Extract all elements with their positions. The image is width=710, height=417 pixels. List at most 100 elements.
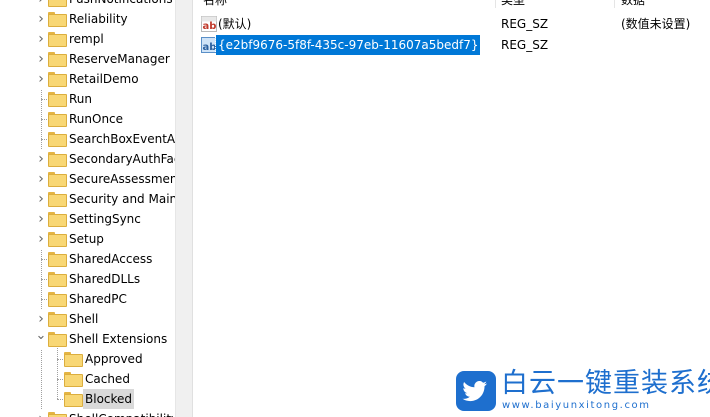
folder-icon [48, 0, 67, 7]
folder-icon [48, 332, 67, 347]
tree-item-label: Run [69, 92, 93, 106]
tree-item-label: Shell Extensions [69, 332, 168, 346]
tree-guide-line [41, 279, 47, 280]
tree-item[interactable]: › SecureAssessmen [0, 169, 175, 189]
folder-icon [48, 12, 67, 27]
tree-guide-line [41, 119, 47, 120]
tree-item-label: Approved [85, 352, 143, 366]
twitter-bird-icon [456, 371, 496, 411]
tree-item-label: Cached [85, 372, 130, 386]
folder-icon [64, 372, 83, 387]
registry-key-tree[interactable]: › PushNotifications › Reliability › rempl › Res… [0, 0, 175, 417]
column-header-data[interactable]: 数据 [621, 0, 645, 7]
tree-item[interactable]: › Security and Main [0, 189, 175, 209]
value-name[interactable]: {e2bf9676-5f8f-435c-97eb-11607a5bedf7} [214, 34, 482, 56]
tree-guide-line [41, 299, 47, 300]
value-type: REG_SZ [501, 17, 549, 31]
tree-item[interactable]: SharedPC [0, 289, 175, 309]
tree-item[interactable]: › Setup [0, 229, 175, 249]
chevron-right-icon[interactable]: › [35, 9, 47, 29]
tree-item-label: Shell [69, 312, 99, 326]
tree-item[interactable]: › ReserveManager [0, 49, 175, 69]
folder-icon [48, 312, 67, 327]
chevron-right-icon[interactable]: › [35, 29, 47, 49]
folder-icon [48, 212, 67, 227]
folder-icon [48, 192, 67, 207]
chevron-right-icon[interactable]: › [35, 209, 47, 229]
registry-value-row-selected[interactable]: ab {e2bf9676-5f8f-435c-97eb-11607a5bedf7… [196, 34, 710, 56]
tree-item[interactable]: › SettingSync [0, 209, 175, 229]
folder-icon [48, 252, 67, 267]
tree-guide-line [57, 359, 63, 360]
tree-item[interactable]: › rempl [0, 29, 175, 49]
tree-item-label: SecureAssessmen [69, 172, 175, 186]
chevron-right-icon[interactable]: › [35, 0, 47, 9]
tree-item[interactable]: Approved [0, 349, 175, 369]
tree-item-label: RunOnce [69, 112, 124, 126]
chevron-right-icon[interactable]: › [35, 69, 47, 89]
tree-item-label: SharedAccess [69, 252, 153, 266]
tree-item-label: ReserveManager [69, 52, 170, 66]
registry-value-row[interactable]: ab (默认) REG_SZ (数值未设置) [196, 14, 710, 34]
folder-icon [48, 32, 67, 47]
tree-item-label: SharedPC [69, 292, 127, 306]
chevron-right-icon[interactable]: › [35, 409, 47, 417]
registry-values-list[interactable]: 名称 类型 数据 ab (默认) REG_SZ (数值未设置) ab {e2bf… [196, 0, 710, 417]
tree-guide-line [57, 379, 63, 380]
tree-item-label: SharedDLLs [69, 272, 141, 286]
tree-item[interactable]: Run [0, 89, 175, 109]
folder-icon [48, 112, 67, 127]
tree-guide-line [57, 399, 63, 400]
tree-item[interactable]: › PushNotifications [0, 0, 175, 9]
tree-item[interactable]: › ShellCompatibility [0, 409, 175, 417]
folder-icon [48, 232, 67, 247]
column-separator[interactable] [614, 0, 615, 8]
folder-icon [48, 292, 67, 307]
tree-item-label: SettingSync [69, 212, 141, 226]
string-value-icon: ab [201, 37, 217, 53]
tree-item-label: SecondaryAuthFac [69, 152, 175, 166]
value-type: REG_SZ [501, 38, 549, 52]
tree-guide-line [41, 139, 47, 140]
chevron-right-icon[interactable]: › [35, 49, 47, 69]
tree-item[interactable]: Cached [0, 369, 175, 389]
folder-icon [48, 52, 67, 67]
chevron-right-icon[interactable]: › [35, 229, 47, 249]
watermark: 白云一键重装系统 www.baiyunxitong.com [456, 369, 710, 413]
tree-item[interactable]: › Reliability [0, 9, 175, 29]
tree-vertical-scrollbar[interactable] [175, 0, 192, 417]
chevron-right-icon[interactable]: › [35, 169, 47, 189]
tree-item[interactable]: › Shell [0, 309, 175, 329]
scrollbar-thumb[interactable] [180, 0, 189, 417]
value-data: (数值未设置) [621, 17, 691, 31]
column-header-type[interactable]: 类型 [501, 0, 525, 7]
chevron-down-icon[interactable]: ⌄ [35, 329, 47, 349]
tree-item-label: Blocked [83, 389, 135, 409]
tree-item-label: SearchBoxEventAr [69, 132, 175, 146]
tree-item-label: rempl [69, 32, 104, 46]
tree-item[interactable]: › RetailDemo [0, 69, 175, 89]
tree-item[interactable]: RunOnce [0, 109, 175, 129]
tree-item[interactable]: SharedDLLs [0, 269, 175, 289]
svg-text:ab: ab [203, 21, 217, 32]
folder-icon [48, 132, 67, 147]
column-separator[interactable] [495, 0, 496, 8]
tree-item-label: PushNotifications [69, 0, 173, 9]
tree-item-label: ShellCompatibility [69, 409, 175, 417]
folder-icon [64, 352, 83, 367]
tree-item[interactable]: › SecondaryAuthFac [0, 149, 175, 169]
string-value-icon: ab [201, 16, 217, 32]
chevron-right-icon[interactable]: › [35, 309, 47, 329]
chevron-right-icon[interactable]: › [35, 189, 47, 209]
value-name: (默认) [218, 17, 252, 31]
column-header-name[interactable]: 名称 [203, 0, 227, 7]
tree-item[interactable]: Blocked [0, 389, 175, 409]
tree-guide-line [41, 259, 47, 260]
tree-item[interactable]: SharedAccess [0, 249, 175, 269]
tree-item[interactable]: ⌄ Shell Extensions [0, 329, 175, 349]
folder-icon [48, 92, 67, 107]
tree-item[interactable]: SearchBoxEventAr [0, 129, 175, 149]
chevron-right-icon[interactable]: › [35, 149, 47, 169]
folder-icon [48, 72, 67, 87]
tree-item-label: RetailDemo [69, 72, 139, 86]
